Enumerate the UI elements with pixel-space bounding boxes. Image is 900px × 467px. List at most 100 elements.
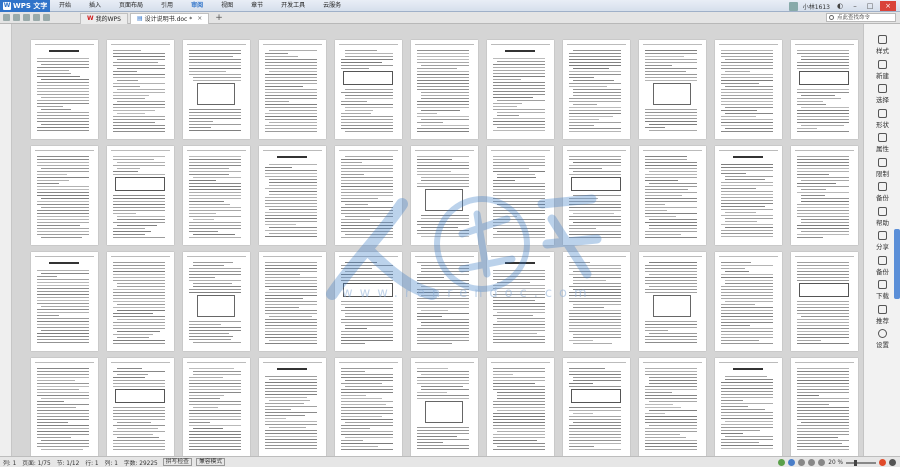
page-thumbnail[interactable]: [183, 252, 250, 351]
sidebar-item-backup2[interactable]: 备份: [864, 253, 900, 279]
page-thumbnail[interactable]: [791, 40, 858, 139]
sidebar-item-property[interactable]: 属性: [864, 130, 900, 156]
username[interactable]: 小林1613: [803, 2, 830, 11]
wps-menu-button[interactable]: W WPS 文字: [0, 0, 50, 12]
menu-view[interactable]: 视图: [212, 0, 242, 12]
tab-my-wps[interactable]: W 我的WPS: [80, 12, 128, 24]
page-thumbnail[interactable]: [791, 358, 858, 456]
page-text-line: [113, 213, 136, 214]
spellcheck-toggle[interactable]: 拼写检查: [162, 458, 192, 466]
avatar[interactable]: [788, 1, 798, 11]
ime-icon[interactable]: [879, 459, 886, 466]
page-thumbnail[interactable]: [183, 146, 250, 245]
page-thumbnail[interactable]: [31, 40, 98, 139]
close-icon[interactable]: ×: [880, 1, 896, 11]
sidebar-item-restrict[interactable]: 限制: [864, 155, 900, 181]
minimize-icon[interactable]: –: [850, 1, 860, 11]
redo-icon[interactable]: [33, 14, 40, 21]
tab-design-doc[interactable]: ▤ 设计说明书.doc * ×: [130, 12, 210, 24]
page-thumbnail[interactable]: [107, 358, 174, 456]
sidebar-item-settings[interactable]: 设置: [864, 326, 900, 352]
menu-review[interactable]: 审阅: [182, 0, 212, 12]
page-thumbnail[interactable]: [639, 252, 706, 351]
page-thumbnail[interactable]: [715, 252, 782, 351]
zoom-slider-knob[interactable]: [854, 459, 857, 466]
tray-icon[interactable]: [889, 459, 896, 466]
sidebar-item-help[interactable]: 帮助: [864, 204, 900, 230]
page-thumbnail[interactable]: [259, 252, 326, 351]
page-thumbnail[interactable]: [715, 40, 782, 139]
page-thumbnail[interactable]: [259, 146, 326, 245]
page-text-line: [113, 119, 165, 120]
sidebar-item-share[interactable]: 分享: [864, 228, 900, 254]
page-thumbnail[interactable]: [335, 146, 402, 245]
sidebar-item-backup[interactable]: 备份: [864, 179, 900, 205]
status-page[interactable]: 页面: 1/75: [19, 458, 53, 467]
page-view-icon[interactable]: [788, 459, 796, 466]
open-icon[interactable]: [43, 14, 50, 21]
page-thumbnail[interactable]: [715, 358, 782, 456]
page-thumbnail[interactable]: [487, 358, 554, 456]
page-thumbnail[interactable]: [639, 40, 706, 139]
sidebar-item-shape[interactable]: 形状: [864, 106, 900, 132]
page-thumbnail[interactable]: [487, 146, 554, 245]
menu-page-layout[interactable]: 页面布局: [110, 0, 152, 12]
maximize-icon[interactable]: □: [865, 1, 875, 11]
document-multipage-view[interactable]: www.renrendoc.com: [12, 24, 863, 456]
page-thumbnail[interactable]: [107, 252, 174, 351]
print-icon[interactable]: [13, 14, 20, 21]
page-thumbnail[interactable]: [639, 358, 706, 456]
page-thumbnail[interactable]: [107, 146, 174, 245]
sidebar-item-recommend[interactable]: 推荐: [864, 302, 900, 328]
vertical-ruler[interactable]: [0, 24, 12, 456]
page-thumbnail[interactable]: [31, 358, 98, 456]
page-thumbnail[interactable]: [335, 252, 402, 351]
sidebar-item-download[interactable]: 下载: [864, 277, 900, 303]
skin-icon[interactable]: ◐: [835, 1, 845, 11]
page-thumbnail[interactable]: [563, 40, 630, 139]
page-thumbnail[interactable]: [183, 40, 250, 139]
sidebar-item-style[interactable]: 样式: [864, 32, 900, 58]
page-thumbnail[interactable]: [183, 358, 250, 456]
page-thumbnail[interactable]: [487, 252, 554, 351]
page-thumbnail[interactable]: [563, 252, 630, 351]
page-thumbnail[interactable]: [411, 146, 478, 245]
menu-insert[interactable]: 插入: [80, 0, 110, 12]
page-thumbnail[interactable]: [715, 146, 782, 245]
page-thumbnail[interactable]: [563, 358, 630, 456]
page-thumbnail[interactable]: [411, 40, 478, 139]
zoom-slider[interactable]: [846, 459, 876, 466]
page-thumbnail[interactable]: [411, 358, 478, 456]
outline-view-icon[interactable]: [808, 459, 816, 466]
page-thumbnail[interactable]: [335, 40, 402, 139]
page-thumbnail[interactable]: [487, 40, 554, 139]
menu-chapter[interactable]: 章节: [242, 0, 272, 12]
page-thumbnail[interactable]: [31, 146, 98, 245]
page-thumbnail[interactable]: [335, 358, 402, 456]
page-thumbnail[interactable]: [31, 252, 98, 351]
page-thumbnail[interactable]: [639, 146, 706, 245]
command-search-input[interactable]: 点此查找命令: [826, 13, 896, 22]
save-icon[interactable]: [3, 14, 10, 21]
sidebar-item-select[interactable]: 选择: [864, 81, 900, 107]
page-thumbnail[interactable]: [107, 40, 174, 139]
view-mode-icon[interactable]: [778, 459, 786, 466]
undo-icon[interactable]: [23, 14, 30, 21]
read-view-icon[interactable]: [818, 459, 826, 466]
menu-home[interactable]: 开始: [50, 0, 80, 12]
page-thumbnail[interactable]: [259, 358, 326, 456]
zoom-level[interactable]: 20 %: [828, 460, 843, 466]
page-thumbnail[interactable]: [563, 146, 630, 245]
menu-developer[interactable]: 开发工具: [272, 0, 314, 12]
page-thumbnail[interactable]: [411, 252, 478, 351]
menu-references[interactable]: 引用: [152, 0, 182, 12]
page-thumbnail[interactable]: [259, 40, 326, 139]
close-tab-icon[interactable]: ×: [197, 15, 202, 22]
new-tab-button[interactable]: +: [211, 13, 227, 23]
status-word-count[interactable]: 字数: 29225: [121, 458, 161, 467]
page-thumbnail[interactable]: [791, 252, 858, 351]
web-view-icon[interactable]: [798, 459, 806, 466]
menu-cloud[interactable]: 云服务: [314, 0, 350, 12]
sidebar-item-new[interactable]: 新建: [864, 57, 900, 83]
page-thumbnail[interactable]: [791, 146, 858, 245]
